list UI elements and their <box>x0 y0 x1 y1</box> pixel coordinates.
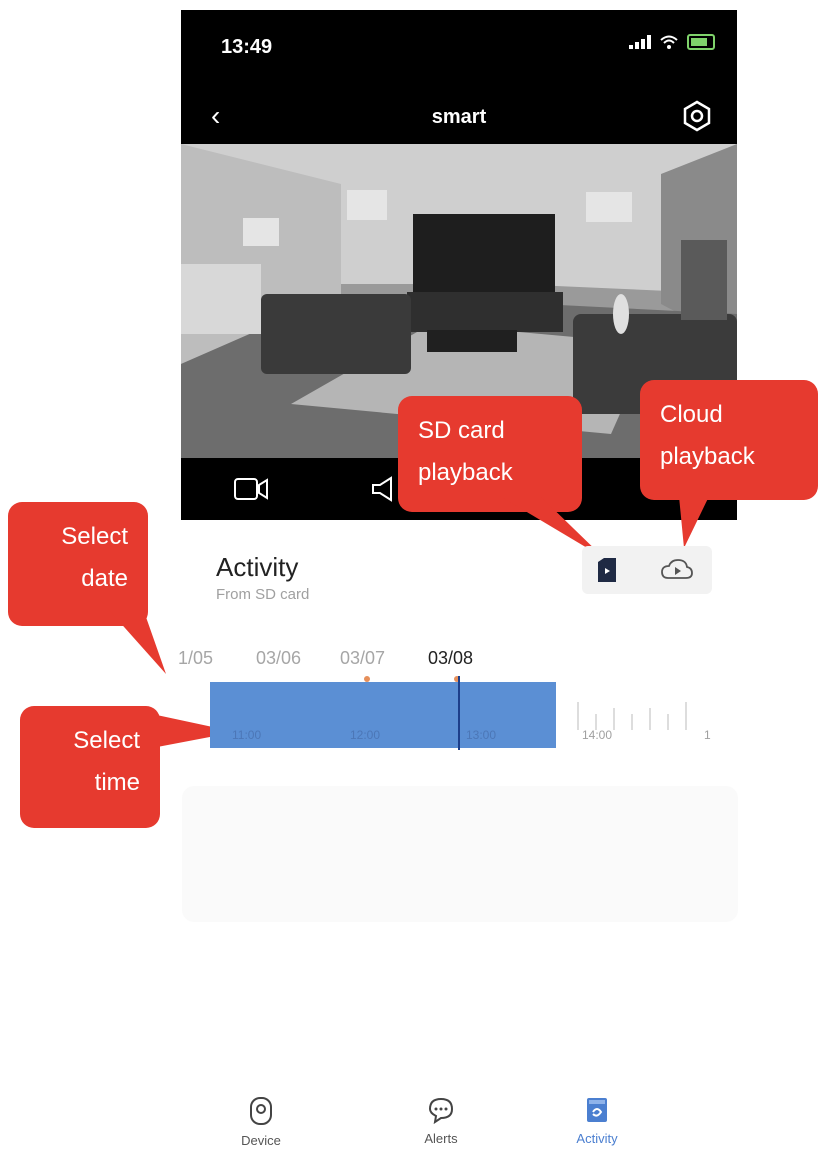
status-icons <box>629 34 715 50</box>
timeline-cursor[interactable] <box>458 676 460 750</box>
tab-activity-label: Activity <box>576 1131 618 1146</box>
activity-title: Activity <box>216 552 299 582</box>
activity-source-label: From SD card <box>216 586 310 603</box>
playback-source-toggle <box>582 546 712 594</box>
date-selector: 1/05 03/06 03/07 03/08 <box>178 648 738 682</box>
battery-icon <box>687 34 715 50</box>
timeline-tick-label: 12:00 <box>350 728 381 742</box>
sd-card-playback-button[interactable] <box>596 558 618 582</box>
tab-activity[interactable]: Activity <box>552 1096 642 1146</box>
date-tab[interactable]: 03/06 <box>256 648 301 669</box>
event-list-placeholder <box>182 786 738 922</box>
chat-icon <box>428 1097 454 1125</box>
wifi-icon <box>660 35 678 49</box>
tab-alerts-label: Alerts <box>424 1131 458 1146</box>
date-tab-selected[interactable]: 03/08 <box>428 648 473 669</box>
date-tab[interactable]: 03/07 <box>340 648 385 669</box>
timeline-tick-label: 14:00 <box>582 728 613 742</box>
speaker-button[interactable] <box>369 474 399 504</box>
app-header: 13:49 ‹ smart <box>181 10 737 144</box>
record-video-button[interactable] <box>233 476 269 502</box>
callout-date-pointer <box>100 600 166 674</box>
timeline-tick-label: 1 <box>704 728 711 742</box>
page-title: smart <box>431 106 487 128</box>
callout-cloud-playback: Cloud playback <box>640 380 818 500</box>
settings-button[interactable] <box>681 100 713 132</box>
callout-select-time: Select time <box>20 706 160 828</box>
status-time: 13:49 <box>221 36 273 58</box>
recorded-segment[interactable] <box>210 682 556 748</box>
tab-alerts[interactable]: Alerts <box>396 1096 486 1146</box>
date-tab[interactable]: 1/05 <box>178 648 213 669</box>
camera-icon <box>250 1097 272 1125</box>
timeline-ticks <box>577 702 687 730</box>
signal-icon <box>629 35 651 49</box>
tab-device[interactable]: Device <box>216 1096 306 1148</box>
activity-icon <box>587 1098 607 1122</box>
callout-sd-card-playback: SD card playback <box>398 396 582 512</box>
cloud-playback-button[interactable] <box>660 558 694 582</box>
timeline-tick-label: 13:00 <box>466 728 497 742</box>
tab-device-label: Device <box>241 1133 281 1148</box>
recording-timeline[interactable]: 11:00 12:00 13:00 14:00 1 <box>180 676 736 756</box>
timeline-tick-label: 11:00 <box>232 728 262 742</box>
